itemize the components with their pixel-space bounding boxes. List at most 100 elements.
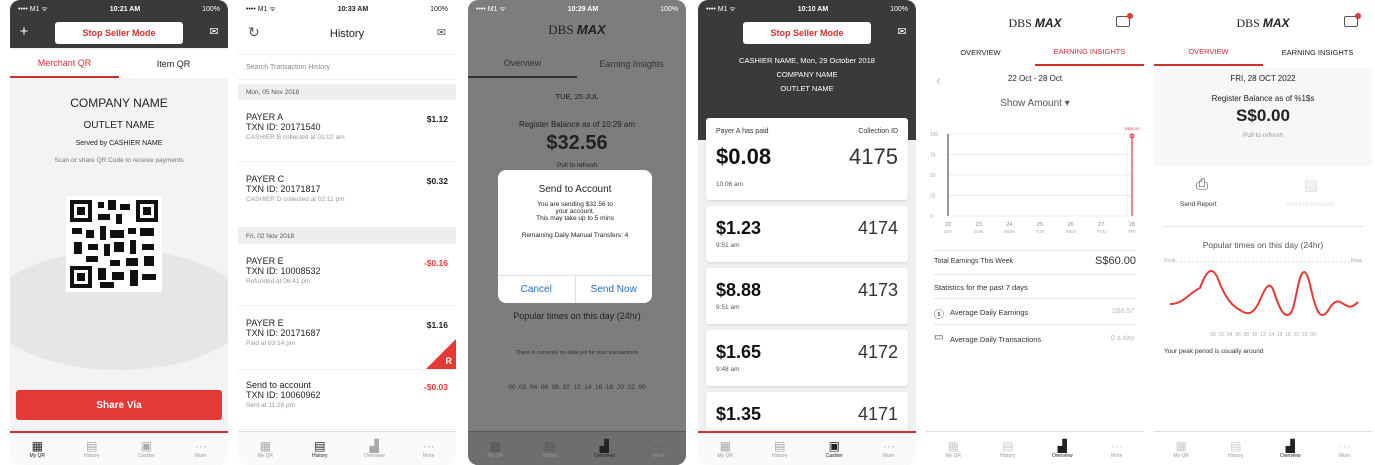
- tab-overview[interactable]: OVERVIEW: [926, 38, 1035, 66]
- cancel-button[interactable]: Cancel: [498, 276, 576, 303]
- y-tick-label: 50: [930, 173, 936, 179]
- payer-name: Send to account: [246, 380, 312, 390]
- date-section: Fri, 02 Nov 2018: [238, 228, 456, 244]
- cashier-date: CASHIER NAME, Mon, 29 October 2018: [739, 56, 875, 65]
- phone-cashier: •••• M1 ᯤ 10:10 AM 100% Stop Seller Mode…: [698, 0, 916, 465]
- avg-transactions-label: Average Daily Transactions: [950, 335, 1042, 344]
- bottom-nav: ▦ My QR ▤ History ▟ Overview ··· More: [1154, 431, 1372, 465]
- peak-note: Your peak period is usually around: [1164, 348, 1264, 355]
- nav-more[interactable]: ··· More: [402, 432, 457, 465]
- more-icon: ···: [422, 438, 435, 453]
- nav-history[interactable]: ▤ History: [1209, 432, 1264, 465]
- printer-icon[interactable]: ⎙: [1196, 176, 1208, 193]
- transaction-row[interactable]: PAYER C TXN ID: 20171817 CASHIER D colle…: [238, 162, 456, 228]
- popular-times-line: [1169, 270, 1359, 317]
- x-tick-weekday: FRI: [1128, 229, 1135, 234]
- nav-history[interactable]: ▤ History: [981, 432, 1036, 465]
- nav-more[interactable]: ··· More: [174, 433, 229, 465]
- nav-cashier[interactable]: ▣ Cashier: [807, 433, 862, 465]
- nav-history[interactable]: ▤ History: [293, 432, 348, 465]
- inbox-icon[interactable]: ✉: [206, 24, 222, 40]
- add-icon[interactable]: +: [16, 24, 32, 40]
- tab-overview[interactable]: Overview: [468, 50, 577, 78]
- brand-logo: DBS MAX: [468, 22, 686, 38]
- popular-times-title: Popular times on this day (24hr): [1202, 240, 1324, 250]
- status-bar: •••• M1 ᯤ 10:21 AM 100%: [10, 0, 228, 18]
- nav-overview[interactable]: ▟ Overview: [1263, 432, 1318, 465]
- nav-my-qr[interactable]: ▦ My QR: [926, 432, 981, 465]
- payment-amount: $1.23: [716, 218, 762, 238]
- notification-icon[interactable]: [1116, 13, 1133, 27]
- y-tick-label: 0: [930, 214, 933, 220]
- notification-icon[interactable]: [1344, 13, 1361, 27]
- payment-card[interactable]: $1.23 4174 9:51 am: [706, 206, 908, 262]
- nav-cashier[interactable]: ▣ Cashier: [119, 433, 174, 465]
- inbox-icon[interactable]: ✉: [437, 26, 446, 39]
- nav-label: Overview: [1279, 452, 1301, 459]
- payment-amount: $1.65: [716, 342, 762, 362]
- show-amount-label: Show Amount: [1000, 98, 1062, 109]
- nav-more[interactable]: ··· More: [632, 432, 687, 465]
- txn-note: Refunded at 06:41 pm: [246, 278, 311, 285]
- show-amount-dropdown[interactable]: Show Amount ▾: [926, 98, 1144, 109]
- status-bar: •••• M1 ᯤ 10:33 AM 100%: [238, 0, 456, 18]
- nav-my-qr[interactable]: ▦ My QR: [238, 432, 293, 465]
- tab-overview[interactable]: OVERVIEW: [1154, 38, 1263, 66]
- bottom-nav: ▦ My QR ▤ History ▣ Cashier ··· More: [10, 431, 228, 465]
- inbox-icon[interactable]: ✉: [894, 24, 910, 40]
- nav-overview[interactable]: ▟ Overview: [1035, 432, 1090, 465]
- nav-history[interactable]: ▤ History: [753, 433, 808, 465]
- nav-my-qr[interactable]: ▦ My QR: [468, 432, 523, 465]
- nav-more[interactable]: ··· More: [862, 433, 917, 465]
- x-tick-day: 27: [1098, 222, 1104, 228]
- transaction-row[interactable]: PAYER E TXN ID: 20171687 Paid at 03:14 p…: [238, 306, 456, 370]
- qr-icon: ▦: [719, 439, 731, 453]
- nav-overview[interactable]: ▟ Overview: [347, 432, 402, 465]
- x-tick-day: 23: [976, 222, 982, 228]
- transaction-row[interactable]: PAYER E TXN ID: 10008532 Refunded at 06:…: [238, 244, 456, 306]
- caret-down-icon: ▾: [1064, 98, 1070, 109]
- stop-seller-mode-button[interactable]: Stop Seller Mode: [55, 22, 183, 44]
- nav-history[interactable]: ▤ History: [65, 433, 120, 465]
- share-via-button[interactable]: Share Via: [16, 390, 222, 420]
- txn-id: TXN ID: 20171540: [246, 122, 321, 132]
- brand-logo: DBS MAX: [926, 16, 1144, 31]
- nav-history[interactable]: ▤ History: [523, 432, 578, 465]
- tab-earning-insights[interactable]: Earning Insights: [577, 50, 686, 78]
- payment-card[interactable]: Payer A has paid Collection ID $0.08 417…: [706, 118, 908, 200]
- nav-label: More: [1339, 452, 1351, 459]
- collection-label: Collection ID: [858, 128, 898, 135]
- tab-earning-insights[interactable]: EARNING INSIGHTS: [1035, 38, 1144, 66]
- nav-more[interactable]: ··· More: [1090, 432, 1145, 465]
- total-earnings-label: Total Earnings This Week: [934, 258, 1014, 265]
- tab-item-qr[interactable]: Item QR: [119, 50, 228, 78]
- nav-more[interactable]: ··· More: [1318, 432, 1373, 465]
- nav-label: More: [1111, 452, 1123, 459]
- txn-id: TXN ID: 20171687: [246, 328, 321, 338]
- nav-overview[interactable]: ▟ Overview: [577, 432, 632, 465]
- send-now-button[interactable]: Send Now: [576, 276, 653, 303]
- chart-icon: ▟: [1285, 438, 1295, 453]
- tab-merchant-qr[interactable]: Merchant QR: [10, 50, 119, 78]
- balance-value: $32.56: [546, 132, 608, 154]
- qr-code[interactable]: [66, 196, 162, 292]
- search-input[interactable]: Search Transaction History: [238, 54, 456, 80]
- transaction-row[interactable]: Send to account TXN ID: 10060962 Sent at…: [238, 370, 456, 430]
- nav-label: My QR: [945, 452, 962, 459]
- outlet-name: OUTLET NAME: [83, 120, 155, 131]
- txn-id: TXN ID: 20171817: [246, 184, 321, 194]
- peak-value-label: S$60.00: [1125, 126, 1141, 131]
- nav-my-qr[interactable]: ▦ My QR: [1154, 432, 1209, 465]
- payment-card[interactable]: $8.88 4173 9:51 am: [706, 268, 908, 324]
- tab-earning-insights[interactable]: EARNING INSIGHTS: [1263, 38, 1372, 66]
- qr-tabs: Merchant QR Item QR: [10, 50, 228, 78]
- payment-time: 9:51 am: [716, 242, 740, 249]
- x-tick-weekday: SAT: [944, 229, 953, 234]
- stop-seller-mode-button[interactable]: Stop Seller Mode: [743, 22, 871, 44]
- transaction-row[interactable]: PAYER A TXN ID: 20171540 CASHIER B colle…: [238, 100, 456, 162]
- nav-my-qr[interactable]: ▦ My QR: [10, 433, 65, 465]
- nav-my-qr[interactable]: ▦ My QR: [698, 433, 753, 465]
- cash-icon[interactable]: ▤: [1304, 176, 1318, 194]
- chart-icon: ▟: [369, 438, 379, 453]
- payment-card[interactable]: $1.65 4172 9:48 am: [706, 330, 908, 386]
